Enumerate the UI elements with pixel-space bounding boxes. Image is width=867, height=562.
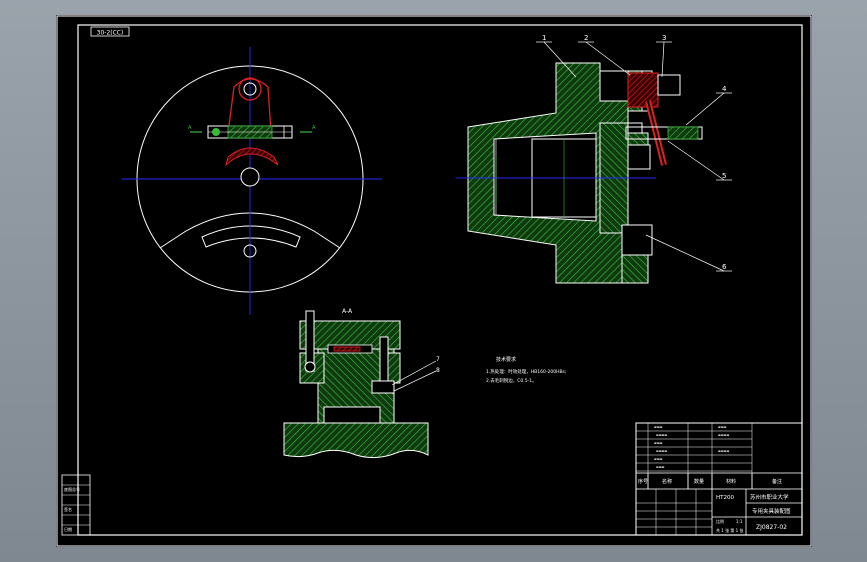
svg-text:比例: 比例 xyxy=(716,518,724,524)
svg-text:A: A xyxy=(312,125,316,131)
drawing-canvas: 30-2(CC) A A 1 2 3 4 5 6 A-A 7 8 技术要求 1.… xyxy=(56,15,812,547)
tech-notes: 技术要求 1.热处理：时效处理，HB160-200HBs; 2.去毛刺锐边，C0… xyxy=(486,356,566,384)
svg-text:▬▬▬▬: ▬▬▬▬ xyxy=(656,449,668,453)
outer-frame xyxy=(56,15,812,547)
svg-text:▬▬▬: ▬▬▬ xyxy=(718,425,727,429)
top-view: A A xyxy=(122,47,382,315)
code-box: 30-2(CC) xyxy=(90,26,130,37)
svg-text:▬▬▬: ▬▬▬ xyxy=(656,465,665,469)
svg-text:▬▬▬▬: ▬▬▬▬ xyxy=(718,449,730,453)
part-num-5: 5 xyxy=(722,172,726,180)
svg-text:1:1: 1:1 xyxy=(736,519,743,524)
drawing-number: ZJ0827-02 xyxy=(756,524,787,531)
svg-text:A: A xyxy=(188,125,192,131)
svg-text:日期: 日期 xyxy=(64,526,72,532)
svg-text:备注: 备注 xyxy=(772,478,782,485)
cad-viewport[interactable]: 30-2(CC) A A 1 2 3 4 5 6 A-A 7 8 技术要求 1.… xyxy=(0,0,867,562)
part-num-8: 8 xyxy=(436,367,440,374)
part-num-3: 3 xyxy=(662,34,666,42)
svg-text:▬▬▬: ▬▬▬ xyxy=(654,441,663,445)
svg-text:▬▬▬▬: ▬▬▬▬ xyxy=(718,433,730,437)
svg-text:签名: 签名 xyxy=(64,506,72,512)
left-strip: 底图总号 签名 日期 xyxy=(61,474,91,536)
svg-text:序号: 序号 xyxy=(638,478,648,485)
svg-text:30-2(CC): 30-2(CC) xyxy=(97,30,124,37)
part-num-7: 7 xyxy=(436,356,440,363)
tech-note-2: 2.去毛刺锐边，C0.5-1。 xyxy=(486,377,537,384)
school-name: 苏州市职业大学 xyxy=(750,493,789,501)
drawing-sheet: 30-2(CC) A A 1 2 3 4 5 6 A-A 7 8 技术要求 1.… xyxy=(56,15,812,547)
title-block: ▬▬▬▬▬▬▬▬▬▬ ▬▬▬▬▬▬▬▬▬▬ ▬▬▬▬▬▬▬▬▬▬▬ 序号 名称 … xyxy=(635,422,803,536)
section-label: A-A xyxy=(342,308,353,315)
part-num-1: 1 xyxy=(542,34,546,42)
part-num-6: 6 xyxy=(722,263,727,271)
side-section-view xyxy=(456,62,703,284)
tech-notes-title: 技术要求 xyxy=(496,356,516,363)
svg-text:▬▬▬: ▬▬▬ xyxy=(654,457,663,461)
svg-text:▬▬▬▬: ▬▬▬▬ xyxy=(656,433,668,437)
aa-section-view: A-A 7 8 xyxy=(283,308,440,459)
tech-note-1: 1.热处理：时效处理，HB160-200HBs; xyxy=(486,368,566,375)
svg-text:数量: 数量 xyxy=(694,478,704,485)
drawing-title: 专用夹具装配图 xyxy=(752,507,791,515)
svg-text:底图总号: 底图总号 xyxy=(64,486,80,492)
svg-text:共 1 张 第 1 张: 共 1 张 第 1 张 xyxy=(716,527,743,533)
part-num-4: 4 xyxy=(722,85,727,93)
part-num-2: 2 xyxy=(584,34,588,42)
svg-text:材料: 材料 xyxy=(726,478,736,485)
svg-text:▬▬▬: ▬▬▬ xyxy=(654,425,663,429)
inner-frame xyxy=(77,24,803,536)
svg-text:名称: 名称 xyxy=(662,478,672,485)
material-text: HT200 xyxy=(716,495,734,501)
